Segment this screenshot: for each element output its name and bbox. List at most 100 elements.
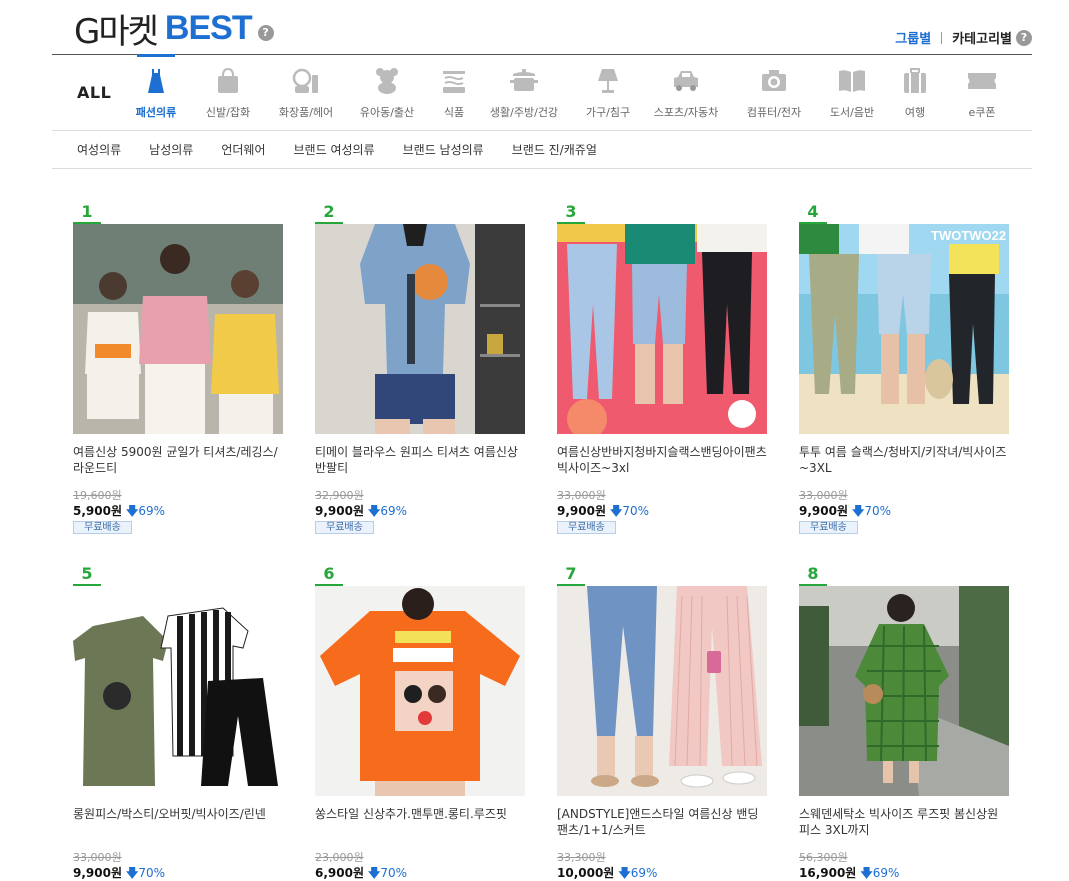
sale-price: 9,900원: [315, 504, 364, 518]
product-card[interactable]: 1 여름신상 5900원 균일가 티셔츠/레깅스/라운드티 19,600원 5,…: [73, 202, 285, 542]
category-label: 신발/잡화: [205, 106, 251, 119]
product-image[interactable]: [557, 586, 767, 796]
sale-price: 9,900원: [557, 504, 606, 518]
arrow-down-icon: 🡇: [618, 866, 631, 880]
category-sports-auto[interactable]: 스포츠/자동차: [648, 55, 724, 131]
product-card[interactable]: 7 [ANDSTYLE]앤드스타일 여름신상 밴딩팬츠/1+1/스커트 33,3…: [557, 564, 769, 881]
product-image[interactable]: [315, 586, 525, 796]
product-card[interactable]: 3 여름신상반바지청바지슬랙스밴딩아이팬츠빅사이즈~3xl 33,000원 9,…: [557, 202, 769, 542]
category-label: 가구/침구: [585, 106, 631, 119]
original-price: 33,000원: [557, 489, 606, 502]
subcategory-underwear[interactable]: 언더웨어: [221, 141, 265, 158]
subcategory-mens[interactable]: 남성의류: [149, 141, 193, 158]
discount-rate: 🡇69%: [368, 504, 407, 518]
arrow-down-icon: 🡇: [852, 504, 865, 518]
discount-value: 69%: [138, 504, 166, 518]
product-title[interactable]: 여름신상 5900원 균일가 티셔츠/레깅스/라운드티: [73, 444, 283, 476]
lamp-icon: [598, 69, 618, 93]
discount-rate: 🡇69%: [618, 866, 657, 880]
sale-price-row: 9,900원 🡇70%: [73, 864, 165, 881]
view-by-group-link[interactable]: 그룹별: [895, 28, 931, 47]
product-image[interactable]: [315, 224, 525, 434]
product-title[interactable]: 스웨덴세탁소 빅사이즈 루즈핏 봄신상원피스 3XL까지: [799, 806, 1009, 838]
original-price: 19,600원: [73, 489, 122, 502]
rank-badge: 3: [557, 202, 585, 224]
category-books[interactable]: 도서/음반: [820, 55, 884, 131]
discount-rate: 🡇70%: [852, 504, 891, 518]
rank-badge: 7: [557, 564, 585, 586]
product-card[interactable]: 4 TWOTWO22 투투 여름 슬랙스/청바지/키작녀/빅사이즈~3XL 33…: [799, 202, 1011, 542]
arrow-down-icon: 🡇: [610, 504, 623, 518]
sale-price-row: 6,900원 🡇70%: [315, 864, 407, 881]
category-living[interactable]: 생활/주방/건강: [484, 55, 564, 131]
category-food[interactable]: 식품: [428, 55, 480, 131]
logo-gmarket: G마켓: [74, 11, 159, 52]
category-shoes-accessories[interactable]: 신발/잡화: [196, 55, 260, 131]
sale-price-row: 9,900원 🡇70%: [557, 502, 649, 523]
ticket-icon: [968, 73, 996, 89]
category-furniture[interactable]: 가구/침구: [576, 55, 640, 131]
sale-price: 16,900원: [799, 866, 857, 880]
category-ecoupon[interactable]: e쿠폰: [954, 55, 1010, 131]
help-icon[interactable]: ?: [257, 25, 274, 41]
car-icon: [674, 71, 698, 91]
subcategory-nav: 여성의류 남성의류 언더웨어 브랜드 여성의류 브랜드 남성의류 브랜드 진/캐…: [52, 131, 1032, 169]
sale-price-row: 10,000원 🡇69%: [557, 864, 657, 881]
category-all[interactable]: ALL: [77, 83, 111, 102]
product-title[interactable]: [ANDSTYLE]앤드스타일 여름신상 밴딩팬츠/1+1/스커트: [557, 806, 767, 838]
bag-icon: [218, 67, 238, 93]
original-price: 56,300원: [799, 851, 848, 864]
gmarket-best-logo[interactable]: G마켓 BEST ?: [74, 8, 274, 52]
product-title[interactable]: 투투 여름 슬랙스/청바지/키작녀/빅사이즈~3XL: [799, 444, 1009, 476]
discount-value: 69%: [872, 866, 900, 880]
subcategory-brand-womens[interactable]: 브랜드 여성의류: [294, 141, 375, 158]
original-price: 33,300원: [557, 851, 606, 864]
category-computers[interactable]: 컴퓨터/전자: [738, 55, 810, 131]
product-image[interactable]: [73, 586, 283, 796]
category-cosmetics[interactable]: 화장품/헤어: [268, 55, 344, 131]
category-label: 컴퓨터/전자: [746, 106, 802, 119]
arrow-down-icon: 🡇: [126, 866, 139, 880]
sale-price-row: 5,900원 🡇69%: [73, 502, 165, 523]
book-icon: [839, 70, 865, 92]
category-nav: ALL 패션의류 신발/잡화 화장품/헤어 유아동/출산 식품 생활/주방/건강…: [52, 55, 1032, 131]
sale-price: 9,900원: [799, 504, 848, 518]
category-fashion[interactable]: 패션의류: [124, 55, 188, 131]
rank-badge: 1: [73, 202, 101, 224]
product-title[interactable]: 여름신상반바지청바지슬랙스밴딩아이팬츠빅사이즈~3xl: [557, 444, 767, 476]
dress-icon: [148, 69, 164, 93]
rank-badge: 5: [73, 564, 101, 586]
teddy-bear-icon: [376, 68, 398, 94]
product-image[interactable]: [73, 224, 283, 434]
product-card[interactable]: 2 티메이 블라우스 원피스 티셔츠 여름신상 반팔티 32,900원 9,90…: [315, 202, 527, 542]
product-image[interactable]: TWOTWO22: [799, 224, 1009, 434]
discount-value: 69%: [630, 866, 658, 880]
arrow-down-icon: 🡇: [368, 866, 381, 880]
original-price: 32,900원: [315, 489, 364, 502]
subcategory-brand-jeans-casual[interactable]: 브랜드 진/캐쥬얼: [512, 141, 597, 158]
subcategory-brand-mens[interactable]: 브랜드 남성의류: [403, 141, 484, 158]
product-title[interactable]: 쏭스타일 신상추가.맨투맨.롱티.루즈핏: [315, 806, 525, 838]
category-travel[interactable]: 여행: [892, 55, 938, 131]
rank-badge: 8: [799, 564, 827, 586]
view-by-category-link[interactable]: 카테고리별: [952, 28, 1012, 47]
product-card[interactable]: 8 스웨덴세탁소 빅사이즈 루즈핏 봄신상원피스 3XL까지 56,300원 1…: [799, 564, 1011, 881]
sale-price-row: 9,900원 🡇70%: [799, 502, 891, 523]
arrow-down-icon: 🡇: [368, 504, 381, 518]
product-card[interactable]: 5 롱원피스/박스티/오버핏/빅사이즈/린넨 33,000원 9,900원 🡇70…: [73, 564, 285, 881]
pot-icon: [510, 69, 538, 91]
category-label: 화장품/헤어: [278, 106, 334, 119]
product-image[interactable]: [799, 586, 1009, 796]
subcategory-womens[interactable]: 여성의류: [77, 141, 121, 158]
original-price: 23,000원: [315, 851, 364, 864]
discount-rate: 🡇69%: [860, 866, 899, 880]
category-kids[interactable]: 유아동/출산: [352, 55, 422, 131]
product-title[interactable]: 롱원피스/박스티/오버핏/빅사이즈/린넨: [73, 806, 283, 838]
original-price: 33,000원: [799, 489, 848, 502]
help-icon[interactable]: ?: [1016, 29, 1032, 46]
product-image[interactable]: [557, 224, 767, 434]
product-card[interactable]: 6 쏭스타일 신상추가.맨투맨.롱티.루즈핏 23,000원 6,900원 🡇70…: [315, 564, 527, 881]
sale-price-row: 16,900원 🡇69%: [799, 864, 899, 881]
product-title[interactable]: 티메이 블라우스 원피스 티셔츠 여름신상 반팔티: [315, 444, 525, 476]
arrow-down-icon: 🡇: [860, 866, 873, 880]
